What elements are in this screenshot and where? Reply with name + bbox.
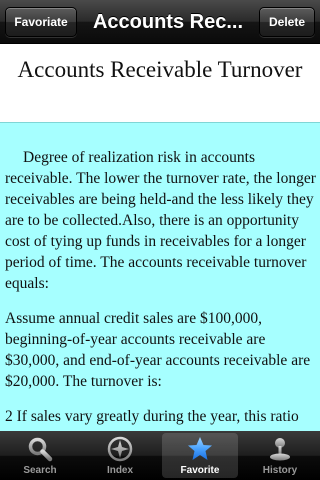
- delete-button[interactable]: Delete: [259, 7, 315, 37]
- magnifier-icon: [25, 434, 55, 464]
- navigation-bar: Favoriate Accounts Rec... Delete: [0, 0, 320, 44]
- tab-label: Index: [106, 465, 134, 476]
- star-icon: [185, 434, 215, 464]
- article-paragraph: Assume annual credit sales are $100,000,…: [5, 310, 311, 390]
- article-text: Degree of realization risk in accounts r…: [5, 147, 317, 433]
- article-paragraph: 2 If sales vary greatly during the year,…: [5, 408, 299, 425]
- joystick-icon: [265, 434, 295, 464]
- article-header: Accounts Receivable Turnover: [0, 44, 320, 122]
- article-heading: Accounts Receivable Turnover: [17, 57, 303, 82]
- article-content[interactable]: Accounts Receivable Turnover Degree of r…: [0, 44, 320, 433]
- favorite-button[interactable]: Favoriate: [5, 7, 77, 37]
- article-paragraph: Degree of realization risk in accounts r…: [5, 149, 316, 292]
- tab-search[interactable]: Search: [0, 431, 80, 480]
- compass-icon: [105, 434, 135, 464]
- page-title: Accounts Rec...: [92, 10, 244, 33]
- tab-bar: Search Index Favorite History: [0, 431, 320, 480]
- tab-label: Favorite: [180, 465, 220, 476]
- tab-history[interactable]: History: [240, 431, 320, 480]
- tab-index[interactable]: Index: [80, 431, 160, 480]
- tab-label: History: [262, 465, 298, 476]
- tab-label: Search: [23, 465, 57, 476]
- article-body: Degree of realization risk in accounts r…: [0, 122, 320, 433]
- tab-favorite[interactable]: Favorite: [160, 431, 240, 480]
